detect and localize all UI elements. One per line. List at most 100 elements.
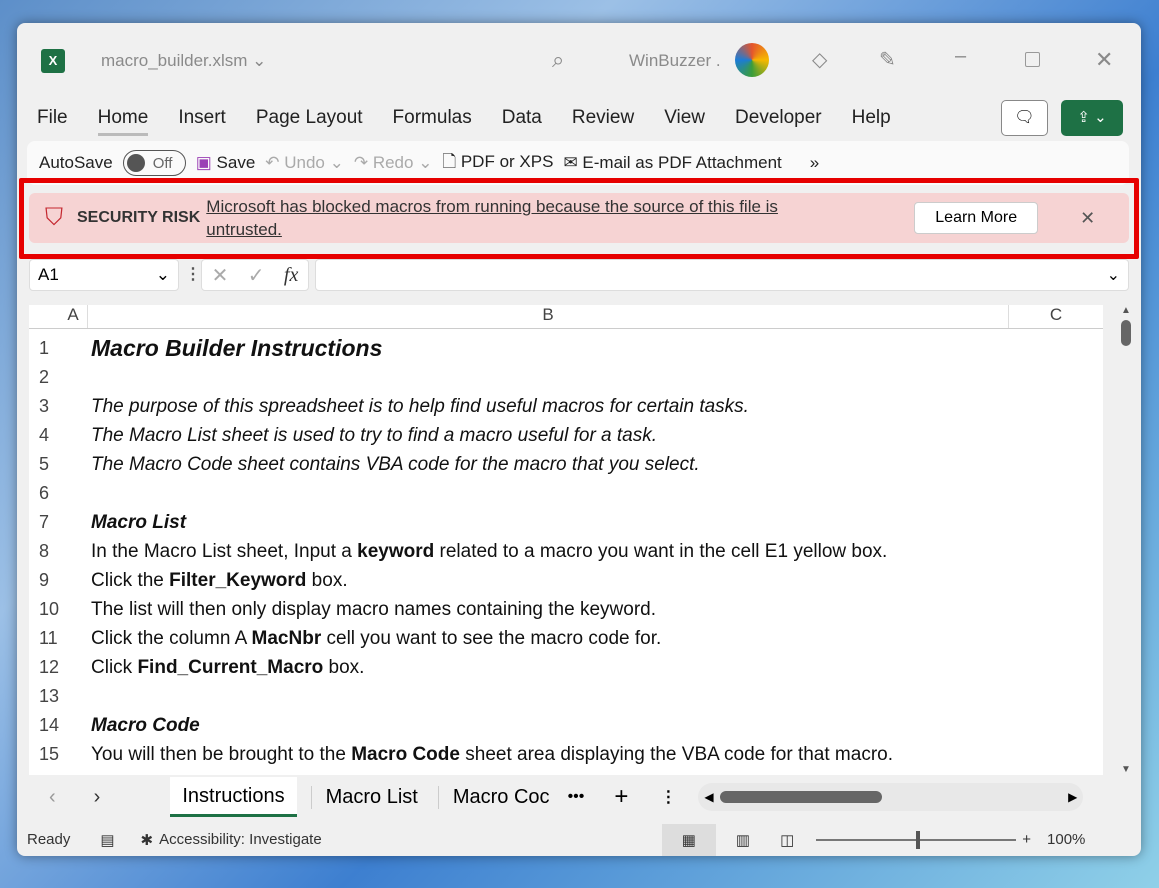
macro-recording-icon[interactable]: ▤ [100, 831, 114, 849]
row-number[interactable]: 6 [29, 483, 75, 504]
tab-view[interactable]: View [664, 107, 705, 136]
cell-b[interactable]: Click the column A MacNbr cell you want … [91, 628, 661, 650]
cell-b[interactable]: The Macro Code sheet contains VBA code f… [91, 454, 700, 476]
table-row[interactable]: 7 Macro List [29, 508, 1103, 537]
table-row[interactable]: 9 Click the Filter_Keyword box. [29, 566, 1103, 595]
tab-data[interactable]: Data [502, 107, 542, 136]
row-number[interactable]: 8 [29, 541, 75, 562]
page-break-view-icon[interactable]: ◫ [780, 831, 794, 849]
table-row[interactable]: 2 [29, 363, 1103, 392]
more-icon[interactable]: ⋮ [185, 259, 201, 291]
email-pdf-button[interactable]: ✉ E-mail as PDF Attachment [563, 153, 781, 173]
table-row[interactable]: 14 Macro Code [29, 711, 1103, 740]
row-number[interactable]: 14 [29, 715, 75, 736]
cell-b[interactable]: The list will then only display macro na… [91, 599, 656, 621]
formula-input[interactable]: ⌄ [315, 259, 1129, 291]
row-number[interactable]: 4 [29, 425, 75, 446]
cancel-icon[interactable]: ✕ [212, 263, 229, 288]
more-commands-button[interactable]: » [810, 153, 819, 173]
accessibility-status[interactable]: Accessibility: Investigate [159, 831, 322, 848]
search-icon[interactable]: ⌕ [552, 47, 564, 73]
tab-help[interactable]: Help [852, 107, 891, 136]
sheet-options-icon[interactable]: ⋮ [660, 787, 676, 807]
cell-b[interactable]: Macro Builder Instructions [91, 335, 382, 362]
expand-formula-icon[interactable]: ⌄ [1107, 265, 1120, 285]
tab-insert[interactable]: Insert [178, 107, 226, 136]
diamond-icon[interactable]: ◇ [812, 47, 827, 72]
row-number[interactable]: 3 [29, 396, 75, 417]
column-header-a[interactable]: A [59, 305, 87, 328]
h-scroll-thumb[interactable] [719, 791, 882, 803]
table-row[interactable]: 12 Click Find_Current_Macro box. [29, 653, 1103, 682]
row-number[interactable]: 2 [29, 367, 75, 388]
zoom-level[interactable]: 100% [1047, 831, 1085, 848]
table-row[interactable]: 8 In the Macro List sheet, Input a keywor… [29, 537, 1103, 566]
pen-icon[interactable]: ✎ [879, 47, 896, 72]
column-header-c[interactable]: C [1009, 305, 1103, 328]
table-row[interactable]: 1 Macro Builder Instructions [29, 334, 1103, 363]
cell-b[interactable]: In the Macro List sheet, Input a keyword… [91, 541, 887, 563]
page-layout-view-icon[interactable]: ▥ [736, 831, 750, 849]
table-row[interactable]: 6 [29, 479, 1103, 508]
comments-button[interactable]: 🗨 [1001, 100, 1048, 136]
check-icon[interactable]: ✓ [248, 263, 265, 288]
cell-b[interactable]: You will then be brought to the Macro Co… [91, 744, 893, 766]
row-number[interactable]: 11 [29, 628, 75, 649]
undo-button[interactable]: ↶ Undo ⌄ [265, 153, 344, 173]
spreadsheet-grid[interactable]: A B C 1 Macro Builder Instructions 2 3 The p… [29, 305, 1103, 775]
minimize-icon[interactable]: – [955, 45, 966, 68]
tab-page-layout[interactable]: Page Layout [256, 107, 363, 136]
avatar[interactable] [735, 43, 769, 77]
tab-review[interactable]: Review [572, 107, 634, 136]
zoom-slider[interactable] [816, 830, 1017, 849]
save-button[interactable]: ▣ Save [196, 153, 256, 173]
accessibility-icon[interactable]: ✱ [141, 831, 154, 849]
cell-b[interactable]: The purpose of this spreadsheet is to he… [91, 396, 749, 418]
autosave-toggle[interactable]: Off [122, 150, 186, 176]
table-row[interactable]: 3 The purpose of this spreadsheet is to h… [29, 392, 1103, 421]
tab-home[interactable]: Home [97, 107, 149, 136]
sheet-tab-instructions[interactable]: Instructions [170, 777, 297, 817]
file-name[interactable]: macro_builder.xlsm ⌄ [101, 51, 266, 71]
row-number[interactable]: 10 [29, 599, 75, 620]
table-row[interactable]: 10 The list will then only display macro … [29, 595, 1103, 624]
table-row[interactable]: 13 [29, 682, 1103, 711]
fx-icon[interactable]: fx [284, 264, 298, 287]
column-header-b[interactable]: B [87, 305, 1009, 328]
row-number[interactable]: 15 [29, 744, 75, 765]
user-name[interactable]: WinBuzzer . [629, 51, 721, 71]
cell-b[interactable]: Click Find_Current_Macro box. [91, 657, 364, 679]
table-row[interactable]: 4 The Macro List sheet is used to try to … [29, 421, 1103, 450]
maximize-icon[interactable] [1025, 52, 1040, 67]
more-sheets-icon[interactable]: ••• [568, 788, 585, 806]
table-row[interactable]: 15 You will then be brought to the Macro … [29, 740, 1103, 769]
pdf-xps-button[interactable]: 🗋 PDF or XPS [442, 149, 553, 178]
row-number[interactable]: 9 [29, 570, 75, 591]
row-number[interactable]: 7 [29, 512, 75, 533]
row-number[interactable]: 12 [29, 657, 75, 678]
cell-b[interactable]: Macro List [91, 512, 186, 534]
select-all-corner[interactable] [29, 305, 59, 328]
vertical-scrollbar[interactable]: ▲ ▼ [1117, 305, 1135, 775]
cell-b[interactable]: The Macro List sheet is used to try to f… [91, 425, 657, 447]
cell-b[interactable]: Click the Filter_Keyword box. [91, 570, 348, 592]
row-number[interactable]: 1 [29, 338, 75, 359]
share-button[interactable]: ⇪ ⌄ [1061, 100, 1123, 136]
zoom-in-icon[interactable]: + [1022, 831, 1031, 848]
sheet-tab-macro-code[interactable]: Macro Coc [437, 785, 564, 809]
name-box[interactable]: A1 ⌄ [29, 259, 179, 291]
next-sheet-icon[interactable]: › [94, 786, 101, 809]
table-row[interactable]: 5 The Macro Code sheet contains VBA code … [29, 450, 1103, 479]
scroll-thumb[interactable] [1121, 320, 1131, 346]
table-row[interactable]: 11 Click the column A MacNbr cell you wan… [29, 624, 1103, 653]
tab-file[interactable]: File [37, 107, 68, 136]
sheet-tab-macro-list[interactable]: Macro List [310, 785, 432, 809]
normal-view-icon[interactable]: ▦ [661, 823, 716, 856]
prev-sheet-icon[interactable]: ‹ [49, 786, 56, 809]
horizontal-scrollbar[interactable]: ◀ ▶ [698, 783, 1084, 811]
redo-button[interactable]: ↷ Redo ⌄ [354, 153, 433, 173]
close-icon[interactable]: ✕ [1095, 47, 1113, 73]
add-sheet-icon[interactable]: + [614, 783, 628, 811]
row-number[interactable]: 13 [29, 686, 75, 707]
cell-b[interactable]: Macro Code [91, 715, 200, 737]
